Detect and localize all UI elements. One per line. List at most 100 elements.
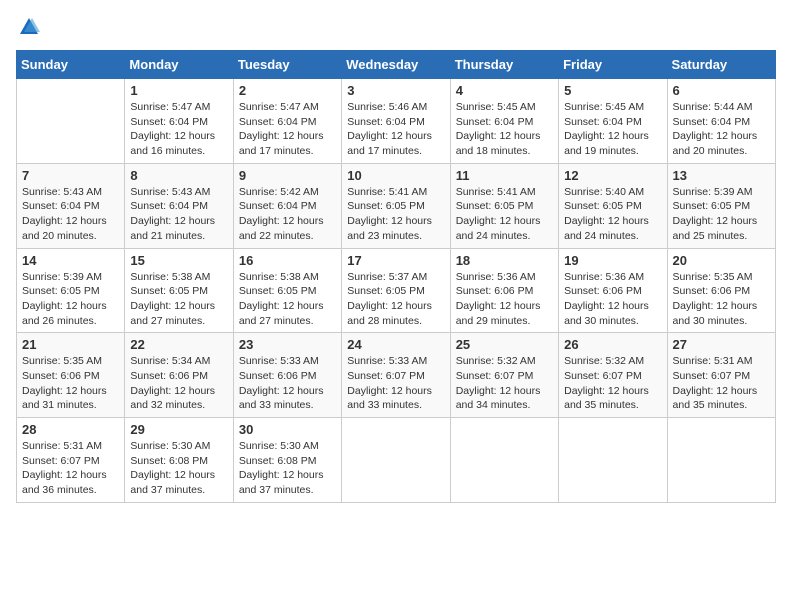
- day-info: Sunrise: 5:37 AMSunset: 6:05 PMDaylight:…: [347, 270, 444, 329]
- day-number: 2: [239, 83, 336, 98]
- day-number: 17: [347, 253, 444, 268]
- day-number: 1: [130, 83, 227, 98]
- week-row-2: 7 Sunrise: 5:43 AMSunset: 6:04 PMDaylight…: [17, 163, 776, 248]
- week-row-1: 1 Sunrise: 5:47 AMSunset: 6:04 PMDaylight…: [17, 79, 776, 164]
- calendar-cell: 24 Sunrise: 5:33 AMSunset: 6:07 PMDayligh…: [342, 333, 450, 418]
- day-number: 24: [347, 337, 444, 352]
- calendar-cell: 5Sunrise: 5:45 AMSunset: 6:04 PMDaylight…: [559, 79, 667, 164]
- calendar-cell: 23Sunrise: 5:33 AMSunset: 6:06 PMDayligh…: [233, 333, 341, 418]
- header-wednesday: Wednesday: [342, 51, 450, 79]
- days-header-row: Sunday Monday Tuesday Wednesday Thursday…: [17, 51, 776, 79]
- calendar-cell: 3 Sunrise: 5:46 AMSunset: 6:04 PMDaylight…: [342, 79, 450, 164]
- calendar-cell: 1 Sunrise: 5:47 AMSunset: 6:04 PMDaylight…: [125, 79, 233, 164]
- day-info: Sunrise: 5:30 AMSunset: 6:08 PMDaylight:…: [239, 439, 336, 498]
- day-info: Sunrise: 5:31 AMSunset: 6:07 PMDaylight:…: [673, 354, 770, 413]
- day-info: Sunrise: 5:44 AMSunset: 6:04 PMDaylight:…: [673, 100, 770, 159]
- calendar-cell: 10 Sunrise: 5:41 AMSunset: 6:05 PMDayligh…: [342, 163, 450, 248]
- header-friday: Friday: [559, 51, 667, 79]
- day-number: 9: [239, 168, 336, 183]
- day-number: 13: [673, 168, 770, 183]
- day-number: 29: [130, 422, 227, 437]
- header-monday: Monday: [125, 51, 233, 79]
- week-row-5: 28Sunrise: 5:31 AMSunset: 6:07 PMDayligh…: [17, 418, 776, 503]
- day-number: 30: [239, 422, 336, 437]
- day-info: Sunrise: 5:47 AMSunset: 6:04 PMDaylight:…: [239, 100, 336, 159]
- day-info: Sunrise: 5:38 AMSunset: 6:05 PMDaylight:…: [130, 270, 227, 329]
- day-info: Sunrise: 5:33 AMSunset: 6:07 PMDaylight:…: [347, 354, 444, 413]
- day-info: Sunrise: 5:39 AMSunset: 6:05 PMDaylight:…: [22, 270, 119, 329]
- calendar-cell: 13 Sunrise: 5:39 AMSunset: 6:05 PMDayligh…: [667, 163, 775, 248]
- calendar-cell: 30 Sunrise: 5:30 AMSunset: 6:08 PMDayligh…: [233, 418, 341, 503]
- calendar-cell: 26Sunrise: 5:32 AMSunset: 6:07 PMDayligh…: [559, 333, 667, 418]
- day-info: Sunrise: 5:40 AMSunset: 6:05 PMDaylight:…: [564, 185, 661, 244]
- logo-icon: [18, 16, 40, 38]
- calendar-cell: 28Sunrise: 5:31 AMSunset: 6:07 PMDayligh…: [17, 418, 125, 503]
- day-number: 11: [456, 168, 553, 183]
- day-number: 6: [673, 83, 770, 98]
- calendar-cell: 8 Sunrise: 5:43 AMSunset: 6:04 PMDaylight…: [125, 163, 233, 248]
- header-saturday: Saturday: [667, 51, 775, 79]
- day-info: Sunrise: 5:46 AMSunset: 6:04 PMDaylight:…: [347, 100, 444, 159]
- header-sunday: Sunday: [17, 51, 125, 79]
- day-info: Sunrise: 5:42 AMSunset: 6:04 PMDaylight:…: [239, 185, 336, 244]
- calendar-cell: 2 Sunrise: 5:47 AMSunset: 6:04 PMDaylight…: [233, 79, 341, 164]
- day-number: 20: [673, 253, 770, 268]
- day-number: 18: [456, 253, 553, 268]
- day-info: Sunrise: 5:36 AMSunset: 6:06 PMDaylight:…: [456, 270, 553, 329]
- day-number: 25: [456, 337, 553, 352]
- logo: [16, 16, 40, 38]
- day-number: 22: [130, 337, 227, 352]
- day-info: Sunrise: 5:34 AMSunset: 6:06 PMDaylight:…: [130, 354, 227, 413]
- calendar-cell: [342, 418, 450, 503]
- day-info: Sunrise: 5:45 AMSunset: 6:04 PMDaylight:…: [456, 100, 553, 159]
- day-number: 8: [130, 168, 227, 183]
- day-number: 28: [22, 422, 119, 437]
- calendar-cell: 11 Sunrise: 5:41 AMSunset: 6:05 PMDayligh…: [450, 163, 558, 248]
- day-number: 14: [22, 253, 119, 268]
- calendar-cell: 25 Sunrise: 5:32 AMSunset: 6:07 PMDayligh…: [450, 333, 558, 418]
- calendar-cell: 17 Sunrise: 5:37 AMSunset: 6:05 PMDayligh…: [342, 248, 450, 333]
- calendar-cell: [17, 79, 125, 164]
- calendar-cell: 29 Sunrise: 5:30 AMSunset: 6:08 PMDayligh…: [125, 418, 233, 503]
- calendar-cell: [559, 418, 667, 503]
- day-number: 19: [564, 253, 661, 268]
- day-number: 7: [22, 168, 119, 183]
- day-number: 21: [22, 337, 119, 352]
- calendar-cell: 18 Sunrise: 5:36 AMSunset: 6:06 PMDayligh…: [450, 248, 558, 333]
- day-info: Sunrise: 5:35 AMSunset: 6:06 PMDaylight:…: [673, 270, 770, 329]
- calendar-cell: 20 Sunrise: 5:35 AMSunset: 6:06 PMDayligh…: [667, 248, 775, 333]
- day-info: Sunrise: 5:38 AMSunset: 6:05 PMDaylight:…: [239, 270, 336, 329]
- calendar-cell: 16Sunrise: 5:38 AMSunset: 6:05 PMDayligh…: [233, 248, 341, 333]
- day-info: Sunrise: 5:33 AMSunset: 6:06 PMDaylight:…: [239, 354, 336, 413]
- day-info: Sunrise: 5:30 AMSunset: 6:08 PMDaylight:…: [130, 439, 227, 498]
- calendar-cell: 4 Sunrise: 5:45 AMSunset: 6:04 PMDaylight…: [450, 79, 558, 164]
- week-row-4: 21Sunrise: 5:35 AMSunset: 6:06 PMDayligh…: [17, 333, 776, 418]
- day-info: Sunrise: 5:47 AMSunset: 6:04 PMDaylight:…: [130, 100, 227, 159]
- day-info: Sunrise: 5:39 AMSunset: 6:05 PMDaylight:…: [673, 185, 770, 244]
- day-number: 15: [130, 253, 227, 268]
- calendar-cell: 7 Sunrise: 5:43 AMSunset: 6:04 PMDaylight…: [17, 163, 125, 248]
- day-info: Sunrise: 5:36 AMSunset: 6:06 PMDaylight:…: [564, 270, 661, 329]
- day-info: Sunrise: 5:41 AMSunset: 6:05 PMDaylight:…: [456, 185, 553, 244]
- day-number: 10: [347, 168, 444, 183]
- calendar-table: Sunday Monday Tuesday Wednesday Thursday…: [16, 50, 776, 503]
- calendar-cell: 9 Sunrise: 5:42 AMSunset: 6:04 PMDaylight…: [233, 163, 341, 248]
- week-row-3: 14 Sunrise: 5:39 AMSunset: 6:05 PMDayligh…: [17, 248, 776, 333]
- calendar-cell: [667, 418, 775, 503]
- day-number: 12: [564, 168, 661, 183]
- calendar-cell: 21Sunrise: 5:35 AMSunset: 6:06 PMDayligh…: [17, 333, 125, 418]
- calendar-cell: 19 Sunrise: 5:36 AMSunset: 6:06 PMDayligh…: [559, 248, 667, 333]
- calendar-cell: 15 Sunrise: 5:38 AMSunset: 6:05 PMDayligh…: [125, 248, 233, 333]
- calendar-cell: 27 Sunrise: 5:31 AMSunset: 6:07 PMDayligh…: [667, 333, 775, 418]
- day-number: 27: [673, 337, 770, 352]
- day-number: 3: [347, 83, 444, 98]
- day-info: Sunrise: 5:43 AMSunset: 6:04 PMDaylight:…: [130, 185, 227, 244]
- day-number: 5: [564, 83, 661, 98]
- page-header: [16, 16, 776, 38]
- day-number: 26: [564, 337, 661, 352]
- calendar-cell: 22 Sunrise: 5:34 AMSunset: 6:06 PMDayligh…: [125, 333, 233, 418]
- day-info: Sunrise: 5:43 AMSunset: 6:04 PMDaylight:…: [22, 185, 119, 244]
- day-number: 4: [456, 83, 553, 98]
- day-info: Sunrise: 5:41 AMSunset: 6:05 PMDaylight:…: [347, 185, 444, 244]
- day-info: Sunrise: 5:32 AMSunset: 6:07 PMDaylight:…: [456, 354, 553, 413]
